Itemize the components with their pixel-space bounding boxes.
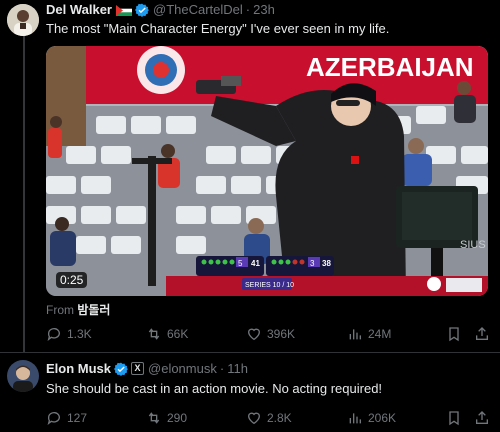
reply-button[interactable]: 1.3K: [46, 326, 92, 342]
tweet-header: Elon Musk X @elonmusk · 11h: [46, 361, 248, 376]
tweet-del-walker: Del Walker @TheCartelDel · 23h The most …: [0, 0, 500, 352]
video-frame: AZERBAIJAN SIUS 41 38 5 3 SERIES 10 / 10: [46, 46, 488, 296]
like-count: 2.8K: [267, 411, 292, 425]
avatar-elon-musk[interactable]: [7, 360, 39, 392]
reply-icon: [47, 412, 60, 425]
tweet-time[interactable]: 23h: [253, 2, 275, 17]
views-icon: [349, 413, 361, 424]
palestine-flag-icon: [116, 4, 132, 16]
bookmark-icon: [449, 327, 459, 342]
video-duration: 0:25: [56, 272, 88, 288]
repost-icon: [148, 412, 160, 424]
video-player[interactable]: AZERBAIJAN SIUS 41 38 5 3 SERIES 10 / 10…: [46, 46, 488, 296]
verified-badge-icon[interactable]: [135, 3, 149, 17]
tweet-actions: 127 290 2.8K 206K: [46, 410, 492, 428]
separator-dot: ·: [245, 2, 251, 17]
tweet-time[interactable]: 11h: [227, 361, 248, 376]
avatar-del-walker[interactable]: [7, 4, 39, 36]
like-button[interactable]: 396K: [246, 326, 295, 342]
score-left: 41: [251, 259, 260, 268]
verified-badge-icon[interactable]: [114, 362, 129, 376]
share-icon: [476, 411, 488, 424]
reply-icon: [47, 328, 60, 341]
tweet-actions: 1.3K 66K 396K 24M: [46, 326, 492, 344]
score-right: 38: [322, 259, 331, 268]
reply-count: 127: [67, 411, 88, 425]
tweet-text: The most "Main Character Energy" I've ev…: [46, 21, 390, 36]
share-button[interactable]: [474, 326, 495, 342]
tweet-elon-musk: Elon Musk X @elonmusk · 11h She should b…: [0, 353, 500, 432]
reply-count: 1.3K: [67, 327, 92, 341]
share-button[interactable]: [474, 410, 495, 426]
monitor-text: SIUS: [460, 239, 486, 251]
heart-icon: [247, 328, 261, 341]
thread-line: [23, 36, 25, 352]
bookmark-icon: [449, 411, 459, 426]
author-name[interactable]: Del Walker: [46, 2, 112, 17]
author-name[interactable]: Elon Musk: [46, 361, 111, 376]
sets-right: 3: [310, 259, 315, 268]
bookmark-button[interactable]: [446, 326, 467, 342]
view-count: 206K: [368, 411, 397, 425]
banner-text: AZERBAIJAN: [306, 52, 474, 82]
video-attribution: From 밤돌러: [46, 301, 110, 318]
like-button[interactable]: 2.8K: [246, 410, 292, 426]
series-label: SERIES 10 / 10: [245, 282, 294, 289]
bookmark-button[interactable]: [446, 410, 467, 426]
tweet-header: Del Walker @TheCartelDel · 23h: [46, 2, 275, 17]
repost-button[interactable]: 290: [146, 410, 187, 426]
separator-dot: ·: [219, 361, 225, 376]
repost-button[interactable]: 66K: [146, 326, 188, 342]
sets-left: 5: [238, 259, 243, 268]
repost-count: 66K: [167, 327, 189, 341]
x-affiliate-icon[interactable]: X: [131, 362, 145, 375]
repost-count: 290: [167, 411, 188, 425]
like-count: 396K: [267, 327, 296, 341]
views-button[interactable]: 24M: [347, 326, 391, 342]
from-label: From: [46, 303, 74, 317]
reply-button[interactable]: 127: [46, 410, 87, 426]
repost-icon: [148, 328, 160, 340]
from-user[interactable]: 밤돌러: [77, 303, 110, 317]
heart-icon: [247, 412, 261, 425]
views-icon: [349, 329, 361, 340]
views-button[interactable]: 206K: [347, 410, 396, 426]
share-icon: [476, 327, 488, 340]
tweet-text: She should be cast in an action movie. N…: [46, 381, 383, 396]
view-count: 24M: [368, 327, 392, 341]
author-handle[interactable]: @TheCartelDel: [153, 2, 243, 17]
author-handle[interactable]: @elonmusk: [148, 361, 217, 376]
